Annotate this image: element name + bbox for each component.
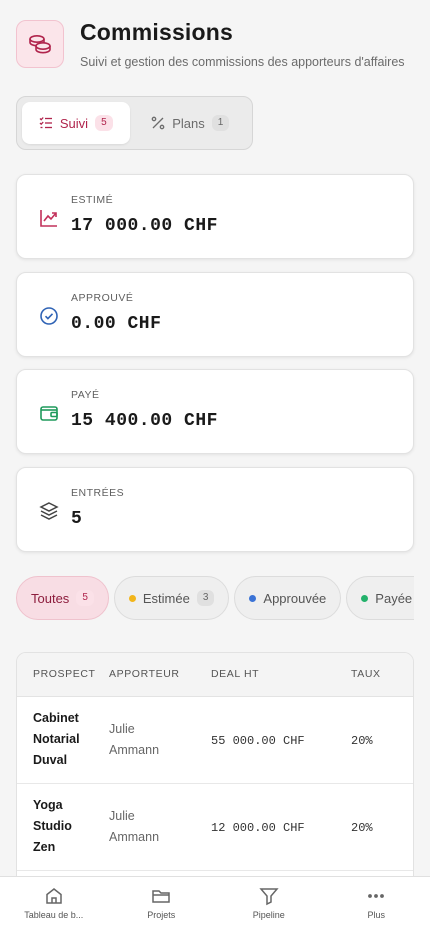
stat-label: APPROUVÉ (71, 292, 134, 304)
nav-label: Tableau de b... (24, 910, 84, 920)
prospect-line: Cabinet (33, 711, 79, 725)
checklist-icon (39, 117, 52, 129)
prospect-line: Zen (33, 840, 56, 854)
tab-suivi-label: Suivi (59, 115, 89, 131)
wallet-icon (40, 406, 58, 421)
more-icon (368, 894, 385, 898)
apporteur-name: Julie Ammann (109, 719, 211, 761)
filter-toutes[interactable]: Toutes 5 (16, 576, 109, 620)
nav-label: Pipeline (252, 910, 285, 920)
apporteur-line: Ammann (109, 742, 160, 757)
prospect-name: Yoga Studio Zen (33, 795, 109, 858)
apporteur-line: Ammann (109, 829, 160, 844)
filter-estimee[interactable]: Estimée 3 (113, 576, 230, 620)
filter-icon (259, 888, 279, 906)
apporteur-line: Julie (109, 721, 135, 736)
filter-count: 5 (76, 590, 94, 606)
stat-label: ESTIMÉ (71, 194, 114, 206)
tab-suivi[interactable]: Suivi 5 (22, 102, 130, 144)
filter-label: Approuvée (263, 590, 327, 606)
nav-dashboard[interactable]: Tableau de b... (0, 877, 108, 932)
stat-card-entrees: ENTRÉES 5 (16, 467, 414, 552)
page-subtitle: Suivi et gestion des commissions des app… (80, 55, 405, 69)
stat-value: 15 400.00 CHF (71, 411, 218, 431)
stat-card-paye: PAYÉ 15 400.00 CHF (16, 369, 414, 454)
nav-label: Projets (147, 910, 176, 920)
prospect-line: Yoga (33, 798, 63, 812)
apporteur-name: Julie Ammann (109, 806, 211, 848)
filter-label: Payée (375, 590, 413, 606)
table-row[interactable]: Yoga Studio Zen Julie Ammann 12 000.00 C… (17, 783, 413, 871)
stat-value: 17 000.00 CHF (71, 216, 218, 236)
prospect-line: Notarial (33, 732, 80, 746)
deal-amount: 55 000.00 CHF (211, 733, 305, 748)
stat-card-estime: ESTIMÉ 17 000.00 CHF (16, 174, 414, 259)
col-deal-ht[interactable]: DEAL HT (211, 653, 343, 697)
stat-card-approuve: APPROUVÉ 0.00 CHF (16, 272, 414, 357)
filter-payee[interactable]: Payée (346, 576, 414, 620)
deal-amount: 12 000.00 CHF (211, 820, 305, 835)
tab-plans-count: 1 (211, 115, 230, 131)
coins-icon (16, 20, 64, 68)
apporteur-line: Julie (109, 808, 135, 823)
stat-value: 0.00 CHF (71, 314, 162, 334)
nav-projets[interactable]: Projets (108, 877, 216, 932)
folder-icon (152, 890, 170, 903)
filter-label: Estimée (142, 590, 190, 606)
prospect-line: Studio (33, 819, 72, 833)
nav-plus[interactable]: Plus (323, 877, 430, 932)
col-taux[interactable]: TAUX (343, 653, 413, 697)
nav-pipeline[interactable]: Pipeline (215, 877, 323, 932)
view-tabs: Suivi 5 Plans 1 (16, 96, 253, 150)
commission-rate: 20% (351, 820, 373, 835)
status-dot (128, 594, 136, 602)
tab-plans-label: Plans (172, 115, 205, 131)
filter-count: 3 (196, 590, 215, 606)
commission-rate: 20% (351, 733, 373, 748)
status-filters: Toutes 5 Estimée 3 Approuvée Payée (16, 576, 414, 620)
tab-suivi-count: 5 (95, 115, 113, 131)
page-title: Commissions (80, 19, 234, 45)
page-header: Commissions Suivi et gestion des commiss… (16, 19, 418, 69)
check-circle-icon (40, 307, 58, 325)
col-apporteur[interactable]: APPORTEUR (109, 653, 211, 697)
commissions-table: PROSPECT APPORTEUR DEAL HT TAUX Cabinet … (16, 652, 414, 912)
stat-label: PAYÉ (71, 389, 100, 401)
layers-icon (39, 502, 59, 520)
bottom-nav: Tableau de b... Projets Pipeline Plus (0, 876, 430, 932)
nav-label: Plus (367, 910, 385, 920)
prospect-name: Cabinet Notarial Duval (33, 708, 109, 771)
table-header-row: PROSPECT APPORTEUR DEAL HT TAUX (17, 653, 413, 697)
filter-approuvee[interactable]: Approuvée (234, 576, 342, 620)
table-row[interactable]: Cabinet Notarial Duval Julie Ammann 55 0… (17, 696, 413, 784)
prospect-line: Duval (33, 753, 68, 767)
percent-icon (151, 116, 165, 130)
col-prospect[interactable]: PROSPECT (17, 653, 109, 697)
trend-up-icon (40, 210, 57, 227)
status-dot (361, 594, 369, 602)
status-dot (249, 594, 257, 602)
stat-value: 5 (71, 509, 83, 529)
tab-plans[interactable]: Plans 1 (134, 102, 247, 144)
filter-label: Toutes (31, 590, 70, 606)
home-icon (46, 888, 62, 904)
stat-label: ENTRÉES (71, 487, 125, 499)
